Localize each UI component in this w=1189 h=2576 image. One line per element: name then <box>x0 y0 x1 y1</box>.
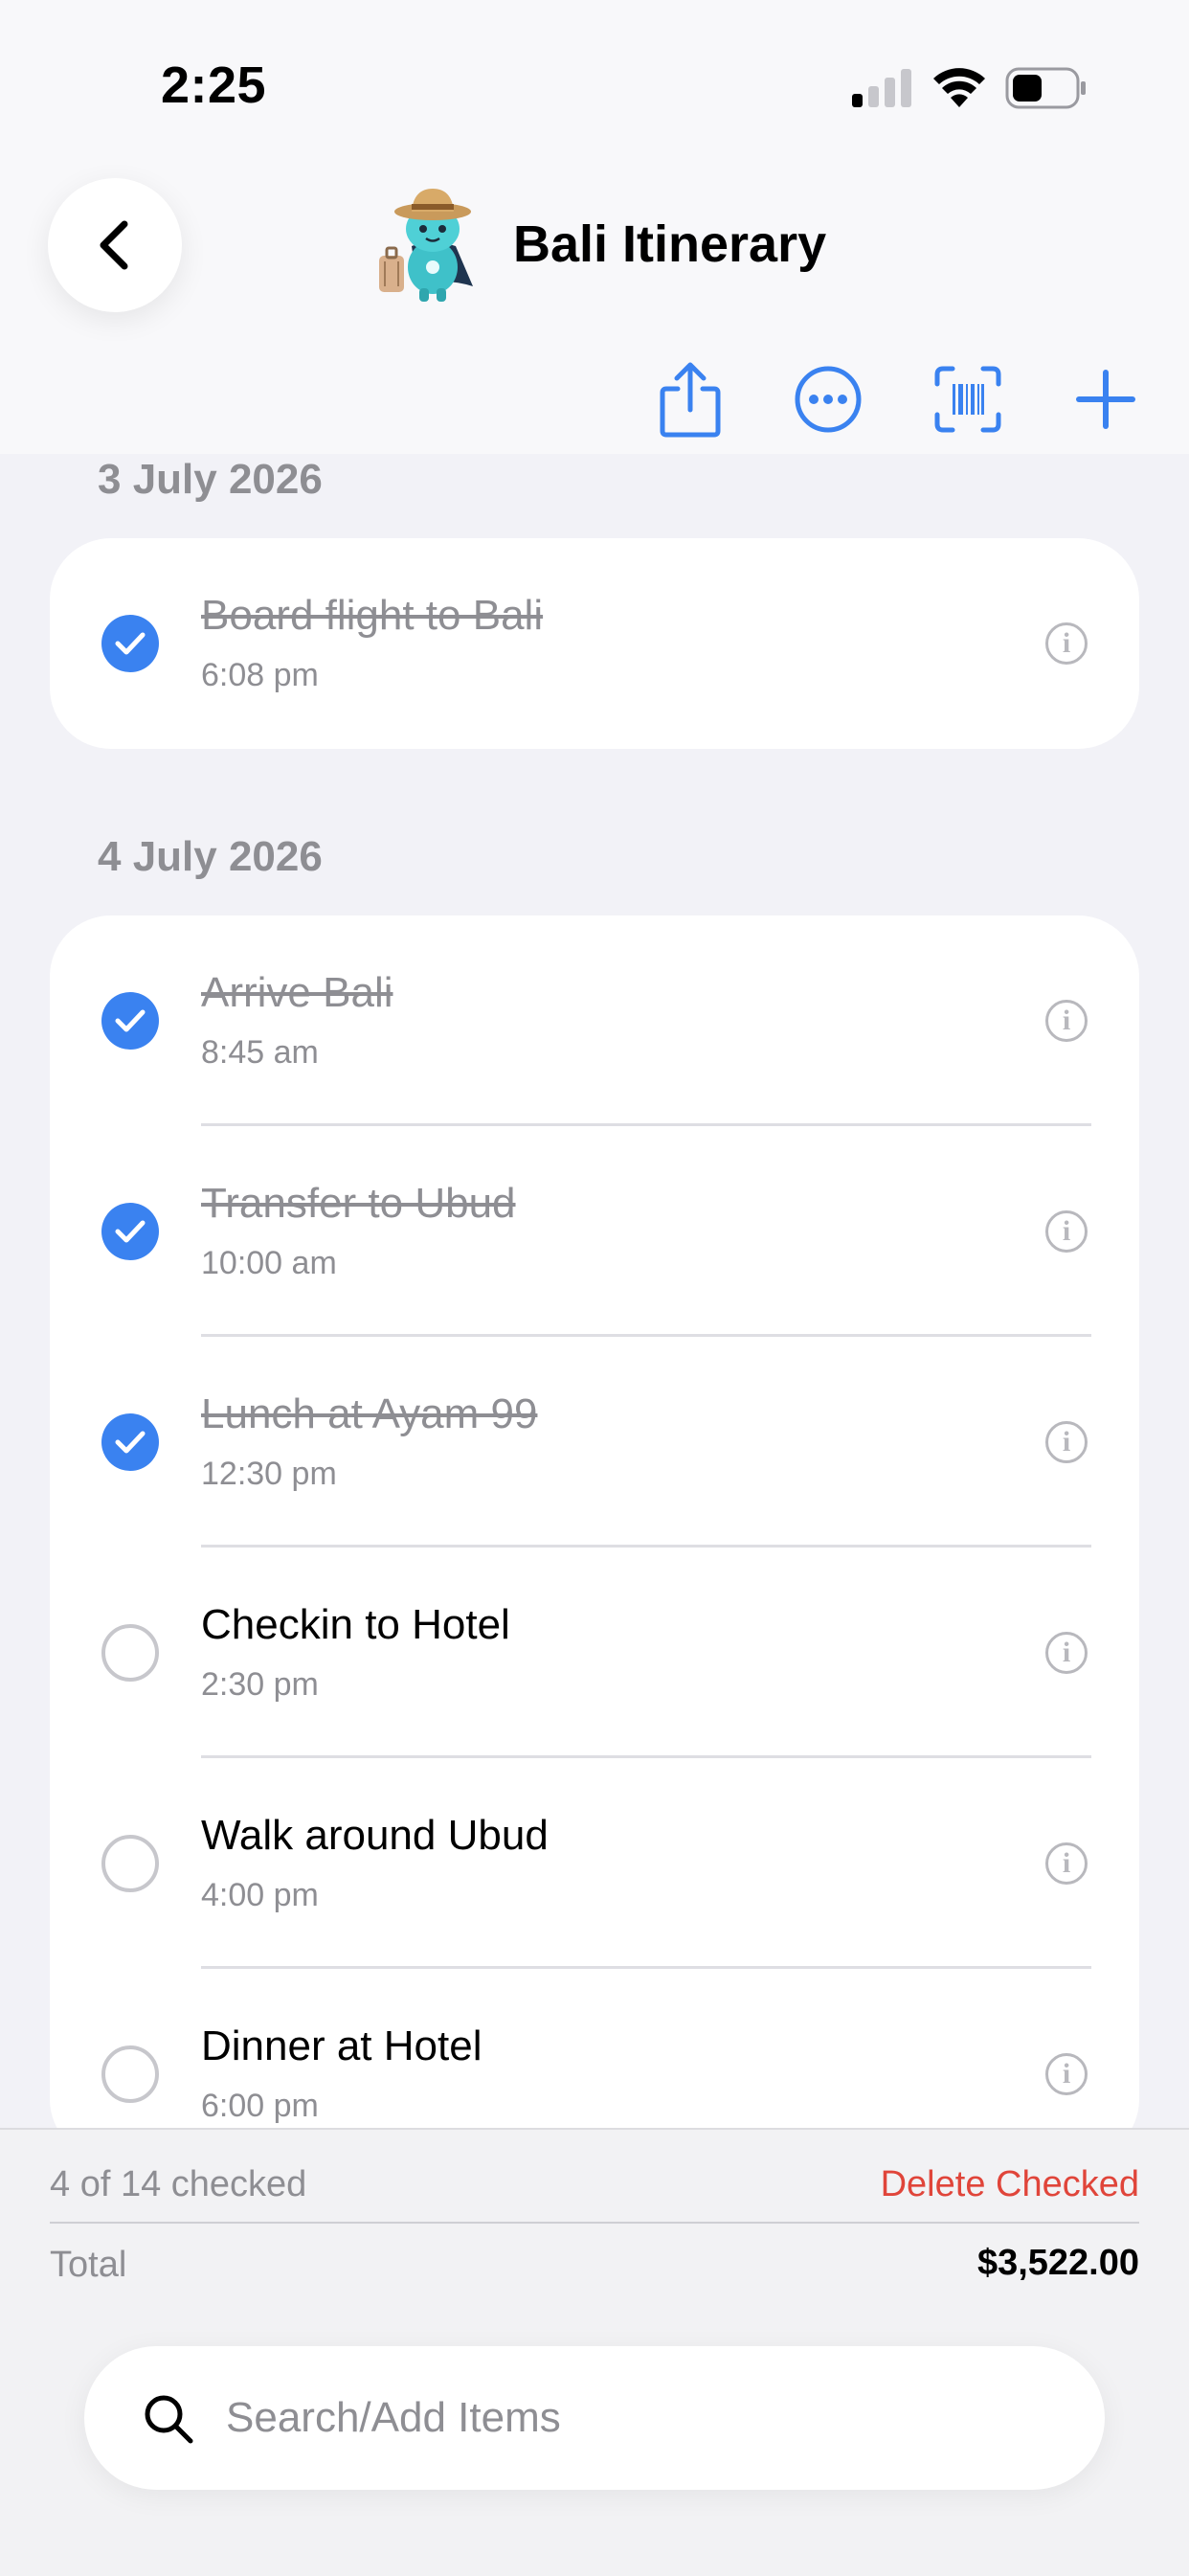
info-icon[interactable]: i <box>1045 1000 1088 1042</box>
list-item[interactable]: Board flight to Bali 6:08 pm i <box>50 538 1139 749</box>
title-area: Bali Itinerary <box>373 182 826 306</box>
checkbox-checked[interactable] <box>101 1413 159 1471</box>
item-time: 6:08 pm <box>201 657 319 693</box>
info-icon[interactable]: i <box>1045 1842 1088 1885</box>
checkbox-unchecked[interactable] <box>101 1624 159 1682</box>
share-icon <box>660 362 721 438</box>
item-title: Dinner at Hotel <box>201 2022 482 2069</box>
item-title: Transfer to Ubud <box>201 1180 516 1227</box>
back-button[interactable] <box>48 178 182 312</box>
item-title: Walk around Ubud <box>201 1812 549 1859</box>
checkmark-icon <box>115 1009 146 1032</box>
info-icon[interactable]: i <box>1045 1632 1088 1674</box>
list-item[interactable]: Checkin to Hotel 2:30 pm i <box>50 1548 1139 1758</box>
plus-icon <box>1076 370 1135 429</box>
search-input[interactable]: Search/Add Items <box>84 2346 1105 2490</box>
checkbox-unchecked[interactable] <box>101 1835 159 1892</box>
item-title: Arrive Bali <box>201 969 393 1016</box>
barcode-scan-icon <box>934 366 1001 433</box>
chevron-left-icon <box>100 220 128 270</box>
wifi-icon <box>932 65 986 107</box>
item-time: 12:30 pm <box>201 1456 337 1492</box>
list-item[interactable]: Lunch at Ayam 99 12:30 pm i <box>50 1337 1139 1548</box>
section-date-header: 4 July 2026 <box>98 833 323 880</box>
section-card: Arrive Bali 8:45 am i Transfer to Ubud 1… <box>50 915 1139 2160</box>
section-card: Board flight to Bali 6:08 pm i <box>50 538 1139 749</box>
info-icon[interactable]: i <box>1045 2053 1088 2095</box>
item-title: Checkin to Hotel <box>201 1601 510 1648</box>
checkbox-checked[interactable] <box>101 1203 159 1260</box>
search-placeholder: Search/Add Items <box>226 2394 561 2441</box>
ellipsis-circle-icon <box>795 366 862 433</box>
checked-count: 4 of 14 checked <box>50 2164 307 2204</box>
more-button[interactable] <box>785 356 871 442</box>
info-icon[interactable]: i <box>1045 1421 1088 1463</box>
checkmark-icon <box>115 1431 146 1454</box>
checkbox-unchecked[interactable] <box>101 2045 159 2103</box>
cellular-signal-icon <box>852 69 911 107</box>
checkbox-checked[interactable] <box>101 615 159 672</box>
summary-divider <box>50 2222 1139 2224</box>
list-item[interactable]: Arrive Bali 8:45 am i <box>50 915 1139 1126</box>
item-time: 2:30 pm <box>201 1666 319 1703</box>
info-icon[interactable]: i <box>1045 1210 1088 1253</box>
share-button[interactable] <box>647 356 733 442</box>
checkmark-icon <box>115 1220 146 1243</box>
delete-checked-button[interactable]: Delete Checked <box>881 2164 1139 2205</box>
info-icon[interactable]: i <box>1045 622 1088 665</box>
status-time: 2:25 <box>161 56 267 114</box>
checkbox-checked[interactable] <box>101 992 159 1050</box>
search-icon <box>145 2395 193 2444</box>
item-time: 8:45 am <box>201 1034 319 1071</box>
item-time: 4:00 pm <box>201 1877 319 1913</box>
total-label: Total <box>50 2245 127 2285</box>
add-button[interactable] <box>1063 356 1149 442</box>
bottom-bar: 4 of 14 checked Delete Checked Total $3,… <box>0 2128 1189 2576</box>
total-value: $3,522.00 <box>976 2243 1139 2283</box>
navigation-header: 2:25 Bali Itinerary <box>0 0 1189 454</box>
scan-button[interactable] <box>925 356 1011 442</box>
item-time: 6:00 pm <box>201 2088 319 2124</box>
item-title: Lunch at Ayam 99 <box>201 1390 538 1437</box>
item-title: Board flight to Bali <box>201 592 544 639</box>
traveler-mascot-icon <box>379 189 473 302</box>
list-item[interactable]: Walk around Ubud 4:00 pm i <box>50 1758 1139 1969</box>
battery-icon <box>1005 67 1088 109</box>
list-item[interactable]: Transfer to Ubud 10:00 am i <box>50 1126 1139 1337</box>
item-time: 10:00 am <box>201 1245 337 1281</box>
page-title: Bali Itinerary <box>513 215 827 273</box>
checkmark-icon <box>115 632 146 655</box>
section-date-header: 3 July 2026 <box>98 456 323 503</box>
